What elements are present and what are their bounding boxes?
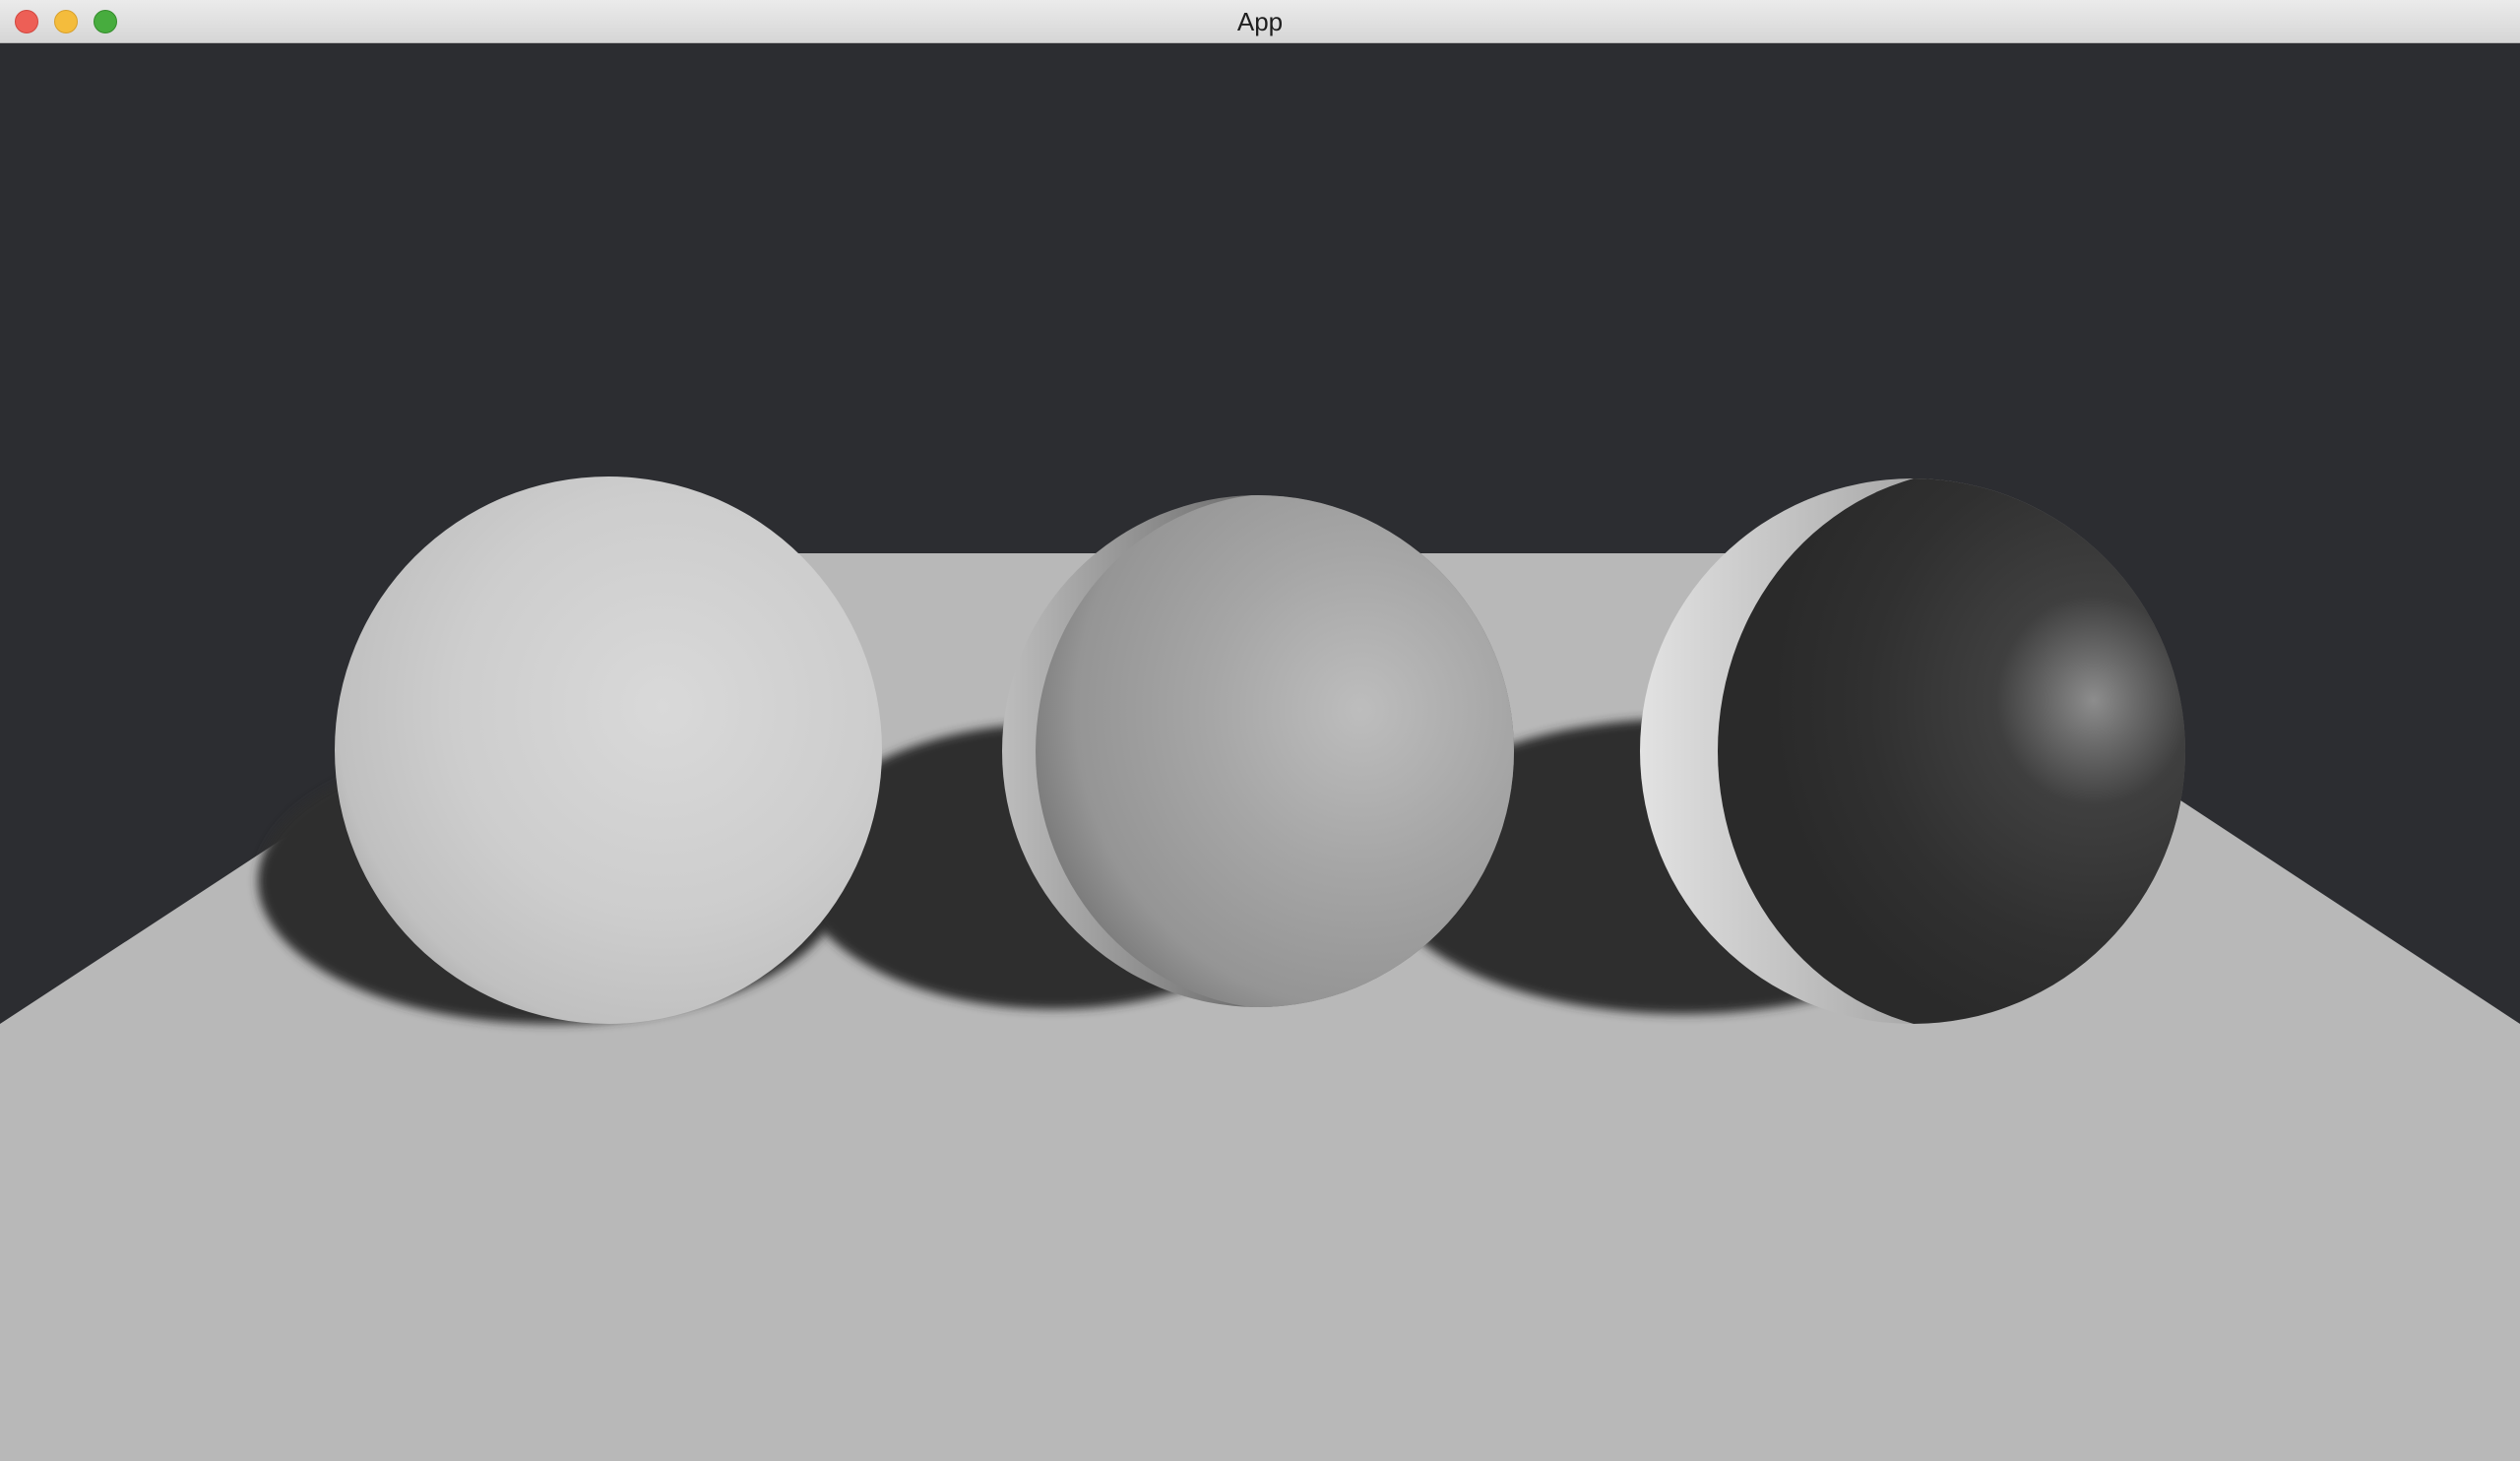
light-gray-sphere[interactable] — [335, 476, 882, 1024]
title-bar[interactable]: App — [0, 0, 2520, 43]
app-window: App — [0, 0, 2520, 1461]
scene-canvas — [0, 476, 2520, 1461]
3d-viewport[interactable] — [0, 43, 2520, 1461]
window-title: App — [1236, 7, 1284, 36]
